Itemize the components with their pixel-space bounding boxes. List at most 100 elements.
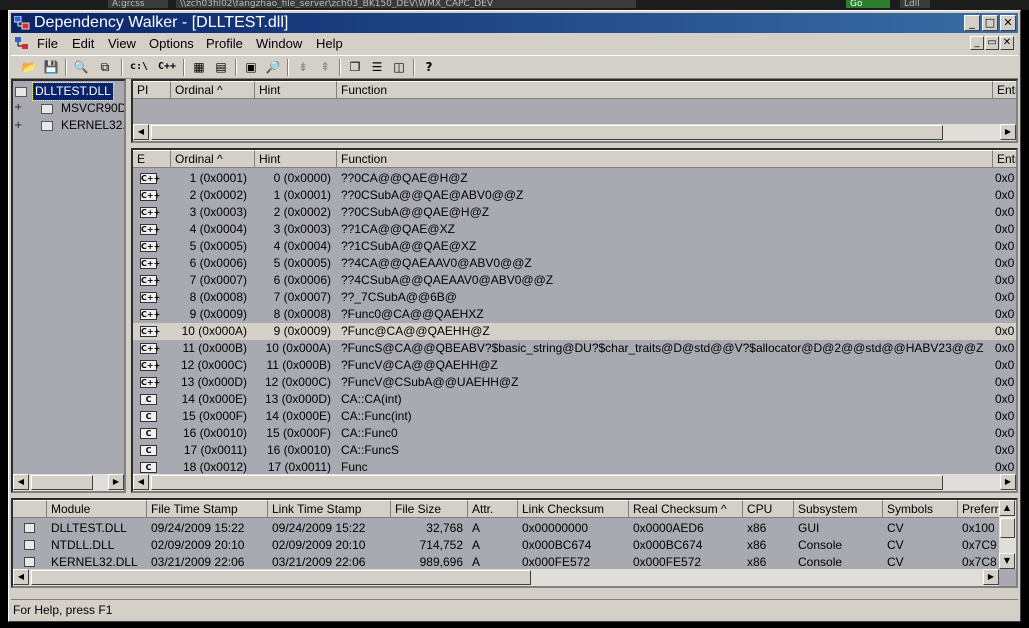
modules-panel[interactable]: Module File Time Stamp Link Time Stamp F… (11, 498, 1018, 588)
menu-window[interactable]: Window (256, 35, 302, 53)
menu-file[interactable]: File (37, 35, 58, 53)
tile-horizontal-button[interactable]: ☰ (367, 58, 387, 76)
expand-icon[interactable]: + (14, 103, 22, 113)
open-button[interactable]: 📂 (19, 58, 39, 76)
export-row[interactable]: C++ 4 (0x0004) 3 (0x0003) ??1CA@@QAE@XZ 0x0 (133, 221, 1016, 238)
menu-edit[interactable]: Edit (72, 35, 94, 53)
export-row[interactable]: C 17 (0x0011) 16 (0x0010) CA::FuncS 0x0 (133, 442, 1016, 459)
maximize-button[interactable]: □ (982, 15, 998, 31)
close-button[interactable]: ✕ (1000, 15, 1016, 31)
scroll-right-icon[interactable]: ▶ (108, 474, 124, 490)
export-row[interactable]: C++ 10 (0x000A) 9 (0x0009) ?Func@CA@@QAEHH@… (133, 323, 1016, 340)
col-function[interactable]: Function (337, 150, 993, 168)
scroll-left-icon[interactable]: ◀ (133, 124, 149, 140)
mdi-minimize-button[interactable]: _ (970, 36, 984, 50)
imports-panel[interactable]: PI Ordinal ^ Hint Function Entr ◀ ▶ (131, 79, 1018, 143)
minimize-button[interactable]: _ (964, 15, 980, 31)
col-ordinal[interactable]: Ordinal ^ (171, 150, 255, 168)
exports-horizontal-scrollbar[interactable]: ◀ ▶ (133, 474, 1016, 491)
col-hint[interactable]: Hint (255, 150, 337, 168)
col-ordinal[interactable]: Ordinal ^ (171, 81, 255, 99)
col-module[interactable]: Module (47, 500, 147, 518)
scroll-thumb[interactable] (151, 475, 943, 490)
scroll-right-icon[interactable]: ▶ (983, 569, 999, 585)
export-row[interactable]: C++ 1 (0x0001) 0 (0x0000) ??0CA@@QAE@H@Z 0x0 (133, 170, 1016, 187)
properties-button[interactable]: ▤ (211, 58, 231, 76)
col-module-icon[interactable] (13, 500, 47, 518)
scroll-right-icon[interactable]: ▶ (1000, 474, 1016, 490)
menu-view[interactable]: View (108, 35, 136, 53)
external-viewer-button[interactable]: 🔎 (263, 58, 283, 76)
full-paths-button[interactable]: c:\ (129, 58, 149, 76)
taskbar-go-button[interactable]: Go (846, 0, 890, 8)
taskbar-item[interactable]: A:grcss (108, 0, 168, 8)
export-row[interactable]: C 14 (0x000E) 13 (0x000D) CA::CA(int) 0x0 (133, 391, 1016, 408)
document-icon[interactable] (15, 37, 29, 50)
scroll-up-icon[interactable]: ▲ (999, 500, 1015, 516)
scroll-thumb[interactable] (151, 125, 943, 140)
module-row[interactable]: NTDLL.DLL 02/09/2009 20:10 02/09/2009 20:1… (13, 537, 1016, 554)
collapse-all-button[interactable]: ⇞ (315, 58, 335, 76)
col-e[interactable]: E (133, 150, 171, 168)
menu-profile[interactable]: Profile (206, 35, 243, 53)
scroll-right-icon[interactable]: ▶ (1000, 124, 1016, 140)
expand-all-button[interactable]: ⇟ (293, 58, 313, 76)
export-row[interactable]: C++ 5 (0x0005) 4 (0x0004) ??1CSubA@@QAE@XZ 0… (133, 238, 1016, 255)
taskbar-item[interactable]: Ldll (900, 0, 930, 8)
export-row[interactable]: C++ 3 (0x0003) 2 (0x0002) ??0CSubA@@QAE@H@Z… (133, 204, 1016, 221)
export-row[interactable]: C++ 13 (0x000D) 12 (0x000C) ?FuncV@CSubA@@U… (133, 374, 1016, 391)
save-button[interactable]: 💾 (41, 58, 61, 76)
export-row[interactable]: C++ 6 (0x0006) 5 (0x0005) ??4CA@@QAEAAV0@AB… (133, 255, 1016, 272)
col-preferred-base[interactable]: Preferr (958, 500, 1003, 518)
exports-panel[interactable]: E Ordinal ^ Hint Function Entry C++ 1 (0x… (131, 148, 1018, 493)
copy-button[interactable]: ⧉ (95, 58, 115, 76)
mdi-restore-button[interactable]: ▭ (985, 36, 999, 50)
tree-horizontal-scrollbar[interactable]: ◀ ▶ (13, 474, 124, 491)
scroll-thumb[interactable] (31, 570, 531, 585)
modules-horizontal-scrollbar[interactable]: ◀ ▶ (13, 569, 999, 586)
help-button[interactable]: ? (419, 58, 439, 76)
col-link-time-stamp[interactable]: Link Time Stamp (268, 500, 391, 518)
undecorate-cpp-button[interactable]: C++ (157, 58, 177, 76)
scroll-left-icon[interactable]: ◀ (13, 569, 29, 585)
col-file-time-stamp[interactable]: File Time Stamp (147, 500, 268, 518)
col-attr[interactable]: Attr. (468, 500, 518, 518)
scroll-left-icon[interactable]: ◀ (13, 474, 29, 490)
col-pi[interactable]: PI (133, 81, 171, 99)
scroll-thumb[interactable] (31, 475, 93, 490)
col-entry[interactable]: Entry (993, 150, 1016, 168)
title-bar[interactable]: Dependency Walker - [DLLTEST.dll] _ □ ✕ (11, 13, 1018, 33)
modules-vertical-scrollbar[interactable]: ▲ ▼ (999, 500, 1016, 569)
imports-horizontal-scrollbar[interactable]: ◀ ▶ (133, 124, 1016, 141)
export-row[interactable]: C++ 7 (0x0007) 6 (0x0006) ??4CSubA@@QAEAAV0… (133, 272, 1016, 289)
col-symbols[interactable]: Symbols (883, 500, 958, 518)
module-tree-panel[interactable]: DLLTEST.DLL + MSVCR90D + KERNEL32. ◀ ▶ (11, 79, 126, 493)
scroll-down-icon[interactable]: ▼ (999, 553, 1015, 569)
find-button[interactable]: 🔍 (71, 58, 91, 76)
menu-help[interactable]: Help (316, 35, 343, 53)
col-link-checksum[interactable]: Link Checksum (518, 500, 629, 518)
col-function[interactable]: Function (337, 81, 993, 99)
mdi-close-button[interactable]: ✕ (1000, 36, 1014, 50)
taskbar-item[interactable]: \\zch03fil02\fangzhao_file_server\zch03_… (176, 0, 636, 8)
export-row[interactable]: C++ 11 (0x000B) 10 (0x000A) ?FuncS@CA@@QBEA… (133, 340, 1016, 357)
col-subsystem[interactable]: Subsystem (794, 500, 883, 518)
menu-options[interactable]: Options (149, 35, 194, 53)
export-row[interactable]: C++ 9 (0x0009) 8 (0x0008) ?Func0@CA@@QAEHXZ… (133, 306, 1016, 323)
scroll-thumb[interactable] (1000, 518, 1015, 538)
col-real-checksum[interactable]: Real Checksum ^ (629, 500, 743, 518)
export-row[interactable]: C 16 (0x0010) 15 (0x000F) CA::Func0 0x0 (133, 425, 1016, 442)
scroll-left-icon[interactable]: ◀ (133, 474, 149, 490)
col-file-size[interactable]: File Size (391, 500, 468, 518)
cascade-button[interactable]: ❐ (345, 58, 365, 76)
export-row[interactable]: C++ 12 (0x000C) 11 (0x000B) ?FuncV@CA@@QAEH… (133, 357, 1016, 374)
tile-vertical-button[interactable]: ◫ (389, 58, 409, 76)
configure-button[interactable]: ▦ (189, 58, 209, 76)
col-cpu[interactable]: CPU (743, 500, 794, 518)
view-module-button[interactable]: ▣ (241, 58, 261, 76)
module-row[interactable]: DLLTEST.DLL 09/24/2009 15:22 09/24/2009 15… (13, 520, 1016, 537)
expand-icon[interactable]: + (14, 121, 22, 131)
col-entry[interactable]: Entr (993, 81, 1016, 99)
export-row[interactable]: C++ 8 (0x0008) 7 (0x0007) ??_7CSubA@@6B@ 0x0 (133, 289, 1016, 306)
export-row[interactable]: C 15 (0x000F) 14 (0x000E) CA::Func(int) 0x0 (133, 408, 1016, 425)
